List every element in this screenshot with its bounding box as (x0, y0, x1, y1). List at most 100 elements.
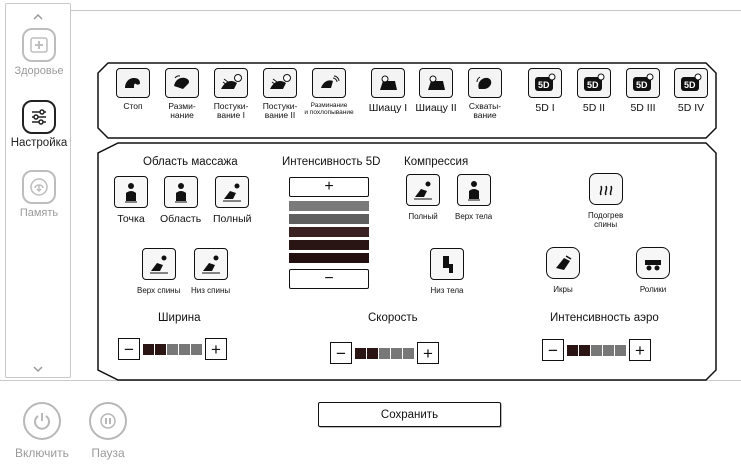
option-label: Точка (117, 213, 145, 225)
level-cell (355, 347, 366, 359)
intensity-plus-button[interactable]: + (289, 177, 369, 197)
width-stepper: − + (118, 338, 227, 360)
shiatsu-hand-icon (371, 68, 405, 98)
area-option-area[interactable]: Область (160, 176, 201, 225)
speed-minus-button[interactable]: − (330, 342, 352, 364)
speed-title: Скорость (368, 312, 418, 324)
option-label: Верх тела (455, 212, 493, 221)
option-label: Низ спины (191, 286, 231, 295)
area-option-lower-back[interactable]: Низ спины (191, 248, 230, 295)
calf-massage-toggle[interactable]: Икры (546, 247, 580, 294)
intensity-5d-title: Интенсивность 5D (282, 156, 381, 168)
area-option-upper-back[interactable]: Верх спины (137, 248, 180, 295)
person-reclined-icon (193, 248, 228, 280)
mode-tapping-2[interactable]: Постуки- вание II (255, 68, 305, 120)
mode-label: Постуки- вание II (262, 101, 298, 120)
level-cell (615, 344, 626, 356)
svg-text:5D: 5D (636, 80, 648, 90)
air-plus-button[interactable]: + (629, 339, 651, 361)
option-label: Подогрев спины (588, 211, 624, 229)
heat-waves-icon (588, 173, 623, 205)
shiatsu-hand-icon (419, 68, 453, 98)
mode-label: Стоп (123, 101, 143, 111)
option-label: Область (160, 213, 202, 225)
option-label: Ролики (639, 285, 667, 294)
air-minus-button[interactable]: − (542, 339, 564, 361)
width-plus-button[interactable]: + (205, 338, 227, 360)
area-option-full[interactable]: Полный (213, 176, 252, 225)
5d-icon: 5D (577, 68, 611, 98)
width-level (143, 343, 202, 355)
option-label: Низ тела (430, 286, 464, 295)
intensity-level-bar (289, 227, 369, 237)
level-cell (143, 343, 154, 355)
compression-title: Компрессия (404, 156, 469, 168)
mode-knead-pat[interactable]: Разминание и похлопывание (304, 68, 354, 116)
mode-tapping-1[interactable]: Постуки- вание I (206, 68, 256, 120)
mode-stop[interactable]: Стоп (108, 68, 158, 111)
mode-label: 5D I (535, 102, 555, 114)
air-level (567, 344, 626, 356)
mode-label: Шиацу II (415, 102, 457, 114)
mode-grasping[interactable]: Схваты- вание (460, 68, 510, 120)
mode-5d-4[interactable]: 5D 5D IV (666, 68, 716, 113)
mode-label: 5D II (582, 102, 606, 114)
level-cell (403, 347, 414, 359)
mode-label: Постуки- вание I (213, 101, 249, 120)
5d-icon: 5D (626, 68, 660, 98)
mode-kneading[interactable]: Разми- нание (157, 68, 207, 120)
svg-text:5D: 5D (587, 80, 599, 90)
tapping-hand-icon (263, 68, 297, 98)
person-sitting-icon (163, 176, 198, 208)
intensity-level-bar (289, 253, 369, 263)
tapping-hand-icon (214, 68, 248, 98)
option-label: Полный (213, 213, 252, 225)
level-cell (603, 344, 614, 356)
kneading-hand-icon (165, 68, 199, 98)
5d-icon: 5D (528, 68, 562, 98)
area-title: Область массажа (143, 156, 238, 168)
level-cell (191, 343, 202, 355)
mode-shiatsu-2[interactable]: Шиацу II (411, 68, 461, 113)
intensity-level-bar (289, 201, 369, 211)
option-label: Верх спины (137, 286, 181, 295)
mode-label: Шиацу I (368, 102, 408, 114)
save-button[interactable]: Сохранить (318, 402, 501, 427)
lower-body-icon (430, 248, 464, 280)
level-cell (591, 344, 602, 356)
level-cell (367, 347, 378, 359)
compression-option-full[interactable]: Полный (406, 174, 440, 221)
level-cell (567, 344, 578, 356)
knead-pat-hand-icon (312, 68, 346, 98)
air-intensity-title: Интенсивность аэро (550, 312, 659, 324)
grasping-hand-icon (468, 68, 502, 98)
svg-text:5D: 5D (684, 80, 696, 90)
speed-level (355, 347, 414, 359)
intensity-level-bars (289, 201, 369, 263)
intensity-5d-control: + − (289, 177, 369, 289)
area-option-point[interactable]: Точка (114, 176, 148, 225)
mode-5d-3[interactable]: 5D 5D III (618, 68, 668, 113)
air-intensity-stepper: − + (542, 339, 651, 361)
mode-5d-1[interactable]: 5D 5D I (520, 68, 570, 113)
back-heating-toggle[interactable]: Подогрев спины (588, 173, 623, 229)
width-minus-button[interactable]: − (118, 338, 140, 360)
rollers-toggle[interactable]: Ролики (636, 247, 670, 294)
level-cell (391, 347, 402, 359)
person-reclined-icon (141, 248, 176, 280)
compression-option-upper[interactable]: Верх тела (455, 174, 492, 221)
svg-text:5D: 5D (538, 80, 550, 90)
option-label: Полный (408, 212, 438, 221)
mode-5d-2[interactable]: 5D 5D II (569, 68, 619, 113)
level-cell (179, 343, 190, 355)
person-reclined-icon (406, 174, 440, 206)
5d-icon: 5D (674, 68, 708, 98)
level-cell (167, 343, 178, 355)
speed-stepper: − + (330, 342, 439, 364)
mode-shiatsu-1[interactable]: Шиацу I (363, 68, 413, 113)
intensity-minus-button[interactable]: − (289, 269, 369, 289)
speed-plus-button[interactable]: + (417, 342, 439, 364)
stop-hand-icon (116, 68, 150, 98)
person-reclined-icon (215, 176, 250, 208)
compression-option-lower[interactable]: Низ тела (430, 248, 464, 295)
